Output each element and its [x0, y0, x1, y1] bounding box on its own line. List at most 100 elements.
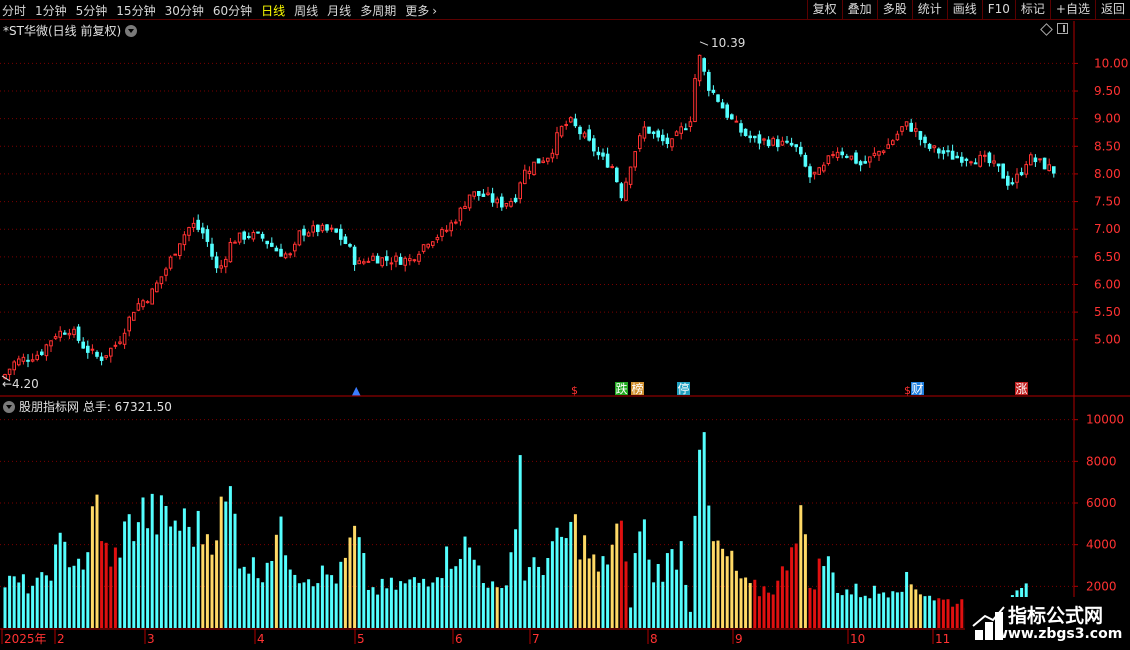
candlestick [444, 225, 449, 233]
volume-bar [196, 510, 200, 628]
candlestick [780, 136, 785, 146]
volume-bar [463, 536, 467, 628]
candlestick [697, 54, 702, 87]
candlestick [858, 159, 863, 172]
candlestick [201, 222, 205, 239]
date-tick-label: 2 [57, 632, 65, 646]
candle-body [219, 265, 223, 269]
volume-bar [210, 554, 214, 628]
candlestick [808, 163, 812, 184]
candle-body [247, 235, 251, 238]
candle-body [398, 256, 403, 265]
candle-body [523, 169, 527, 185]
volume-bar [918, 594, 922, 628]
volume-bar [477, 565, 481, 628]
volume-bar [854, 583, 858, 628]
candle-body [477, 190, 481, 196]
candlestick [357, 257, 361, 265]
candlestick [67, 328, 72, 340]
candlestick [26, 354, 30, 368]
candlestick [403, 256, 407, 272]
candle-body [670, 138, 674, 148]
candlestick [914, 122, 918, 138]
volume-bar [895, 592, 899, 628]
candlestick [766, 136, 771, 148]
panel-toggle-icon[interactable] [1057, 23, 1068, 34]
chart-canvas[interactable]: 10.00 9.50 9.00 8.50 8.00 7.50 7.00 6.50 6.00 5.5… [0, 0, 1130, 650]
candle-body [1010, 182, 1015, 185]
candlestick [992, 154, 996, 167]
candlestick [302, 225, 306, 242]
candlestick [725, 102, 730, 120]
volume-bar [339, 561, 343, 628]
candle-body [615, 167, 619, 183]
candlestick [762, 137, 766, 146]
candle-body [334, 228, 338, 233]
volume-bar [274, 534, 278, 628]
candle-body [325, 224, 329, 231]
candlestick [582, 130, 587, 139]
volume-bar [426, 586, 430, 628]
candlestick [214, 251, 219, 273]
candlestick [872, 147, 877, 158]
candlestick [164, 266, 168, 282]
volume-bar [891, 591, 895, 628]
volume-bar [445, 546, 449, 628]
candlestick [385, 250, 389, 267]
candle-body [86, 345, 90, 353]
candlestick [251, 230, 256, 242]
low-price-label: ←4.20 [2, 377, 39, 391]
volume-bar [868, 598, 872, 628]
candle-body [877, 150, 881, 156]
candle-body [927, 143, 932, 149]
chevron-down-icon[interactable] [125, 24, 138, 37]
candle-body [329, 227, 334, 230]
candle-body [256, 231, 260, 234]
candle-body [891, 140, 895, 145]
volume-bar [169, 526, 173, 628]
volume-bar [233, 513, 237, 628]
candlestick [1010, 177, 1015, 186]
diamond-icon[interactable] [1040, 23, 1053, 36]
volume-bar [504, 585, 508, 628]
candlestick [684, 123, 688, 131]
candlestick [656, 128, 661, 142]
volume-bar [297, 583, 301, 628]
candlestick [325, 224, 329, 233]
event-marker-label: 涨 [1016, 381, 1028, 396]
candle-body [201, 227, 205, 234]
volume-bar [100, 541, 104, 628]
candlestick [785, 135, 789, 145]
candle-body [835, 151, 840, 159]
volume-bar [550, 541, 554, 628]
volume-bar [408, 579, 412, 628]
volume-bar [95, 494, 99, 628]
candlestick [380, 257, 384, 268]
volume-bar [606, 564, 610, 628]
candle-body [541, 160, 546, 163]
chevron-down-icon[interactable] [3, 400, 15, 413]
candlestick [320, 223, 325, 233]
candle-body [260, 233, 265, 239]
candlestick [127, 315, 132, 337]
candle-body [711, 89, 716, 93]
candle-body [481, 193, 486, 197]
candle-body [789, 142, 794, 146]
candlestick [707, 69, 711, 97]
volume-bar [560, 536, 564, 628]
volume-bar [31, 585, 35, 628]
volume-bar [316, 583, 320, 628]
candle-body [610, 166, 615, 169]
candlestick [730, 113, 734, 120]
candle-body [21, 356, 26, 362]
volume-bar [330, 575, 334, 628]
candlestick [909, 118, 914, 132]
candlestick [463, 201, 467, 209]
candlestick [408, 254, 412, 266]
volume-bar [265, 562, 269, 628]
candlestick [35, 350, 40, 362]
volume-bar [730, 550, 734, 628]
candle-body [569, 117, 573, 123]
volume-bar [642, 519, 646, 628]
candle-body [720, 102, 725, 109]
